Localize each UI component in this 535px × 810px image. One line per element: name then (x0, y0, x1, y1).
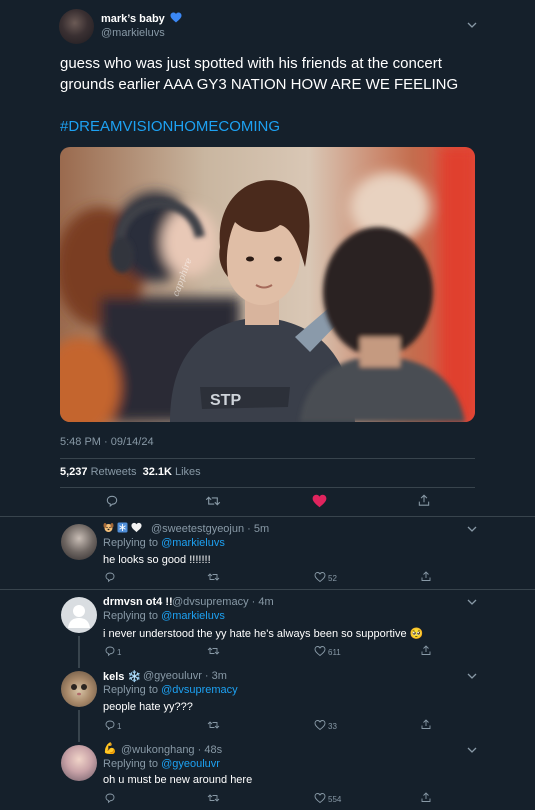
share-icon[interactable] (420, 644, 432, 657)
reply-display-name[interactable]: drmvsn ot4 !! (103, 596, 173, 608)
heart-icon[interactable] (314, 792, 326, 804)
tweet-timestamp[interactable]: 5:48 PM · 09/14/24 (60, 436, 154, 448)
replying-prefix: Replying to (103, 610, 162, 622)
reply-icon[interactable] (104, 792, 116, 804)
cat-avatar-icon (71, 684, 87, 696)
reply-avatar[interactable] (61, 524, 97, 560)
chevron-down-icon[interactable] (466, 597, 478, 607)
divider (60, 458, 475, 459)
author-name-text: mark’s baby (101, 13, 165, 25)
chevron-down-icon[interactable] (466, 745, 478, 755)
retweet-icon[interactable] (207, 792, 220, 804)
replying-prefix: Replying to (103, 758, 162, 770)
replying-to-link[interactable]: @markieluvs (161, 537, 225, 549)
like-count: 611 (328, 648, 341, 657)
replying-to: Replying to @gyeouluvr (103, 758, 220, 770)
share-icon[interactable] (420, 570, 432, 583)
default-avatar-icon (68, 605, 90, 628)
reply-text: i never understood the yy hate he's alwa… (103, 628, 424, 640)
retweet-icon[interactable] (207, 571, 220, 583)
reply-text: he looks so good !!!!!!! (103, 554, 211, 566)
heart-icon[interactable] (314, 645, 326, 657)
author-display-name[interactable]: mark’s baby (101, 12, 182, 25)
reply-icon[interactable] (104, 719, 116, 731)
reply-avatar[interactable] (61, 745, 97, 781)
replying-prefix: Replying to (103, 684, 162, 696)
replying-to: Replying to @dvsupremacy (103, 684, 238, 696)
reply-count: 1 (117, 722, 122, 731)
reply-handle[interactable]: @sweetestgyeojun · 5m (151, 523, 269, 535)
like-count: 33 (328, 722, 337, 731)
reply-emoji-name[interactable] (103, 522, 142, 535)
replying-to-link[interactable]: @dvsupremacy (161, 684, 238, 696)
retweet-icon[interactable] (205, 494, 221, 508)
concert-photo: STP capphire (60, 147, 475, 422)
retweet-icon[interactable] (207, 645, 220, 657)
chevron-down-icon[interactable] (466, 20, 478, 30)
like-count: 554 (328, 795, 342, 804)
like-count[interactable]: 32.1K (143, 466, 172, 478)
like-count: 52 (328, 574, 337, 583)
replying-to: Replying to @markieluvs (103, 537, 225, 549)
divider (0, 516, 535, 517)
heart-icon[interactable] (314, 719, 326, 731)
heart-filled-icon[interactable] (312, 494, 327, 508)
likes-label: Likes (171, 466, 201, 478)
retweet-icon[interactable] (207, 719, 220, 731)
reply-handle[interactable]: @wukonghang · 48s (121, 744, 222, 756)
thread-line (78, 636, 80, 668)
replying-to: Replying to @markieluvs (103, 610, 225, 622)
author-handle[interactable]: @markieluvs (101, 27, 165, 39)
heart-blue-icon (170, 12, 182, 23)
reply-text: people hate yy??? (103, 701, 193, 713)
share-icon[interactable] (420, 718, 432, 731)
chevron-down-icon[interactable] (466, 524, 478, 534)
reply-handle[interactable]: @dvsupremacy · 4m (172, 596, 274, 608)
retweets-label: Retweets (87, 466, 137, 478)
reply-icon[interactable] (105, 494, 119, 508)
reply-display-name[interactable]: 💪 (103, 742, 117, 755)
share-icon[interactable] (417, 493, 431, 508)
shirt-print-text: STP (210, 392, 241, 409)
tweet-stats: 5,237 Retweets 32.1K Likes (60, 466, 201, 478)
divider (0, 589, 535, 590)
reply-icon[interactable] (104, 645, 116, 657)
reply-handle[interactable]: @gyeouluvr · 3m (143, 670, 227, 682)
retweet-count[interactable]: 5,237 (60, 466, 88, 478)
reply-avatar[interactable] (61, 597, 97, 633)
divider (60, 487, 475, 488)
reply-avatar[interactable] (61, 671, 97, 707)
chevron-down-icon[interactable] (466, 671, 478, 681)
snowflake-icon (117, 522, 128, 533)
replying-to-link[interactable]: @markieluvs (161, 610, 225, 622)
reply-display-name[interactable]: kels ❄️ (103, 670, 141, 683)
reply-text: oh u must be new around here (103, 774, 253, 786)
author-avatar[interactable] (59, 9, 94, 44)
white-heart-icon (131, 522, 142, 533)
replying-prefix: Replying to (103, 537, 162, 549)
tweet-text: guess who was just spotted with his frie… (60, 55, 459, 93)
tweet-photo[interactable]: STP capphire (60, 147, 475, 422)
thread-line (78, 710, 80, 742)
heart-icon[interactable] (314, 571, 326, 583)
reply-icon[interactable] (104, 571, 116, 583)
replying-to-link[interactable]: @gyeouluvr (161, 758, 220, 770)
reply-count: 1 (117, 648, 122, 657)
share-icon[interactable] (420, 791, 432, 804)
hashtag-link[interactable]: #DREAMVISIONHOMECOMING (60, 118, 280, 135)
dog-face-icon (103, 523, 114, 532)
